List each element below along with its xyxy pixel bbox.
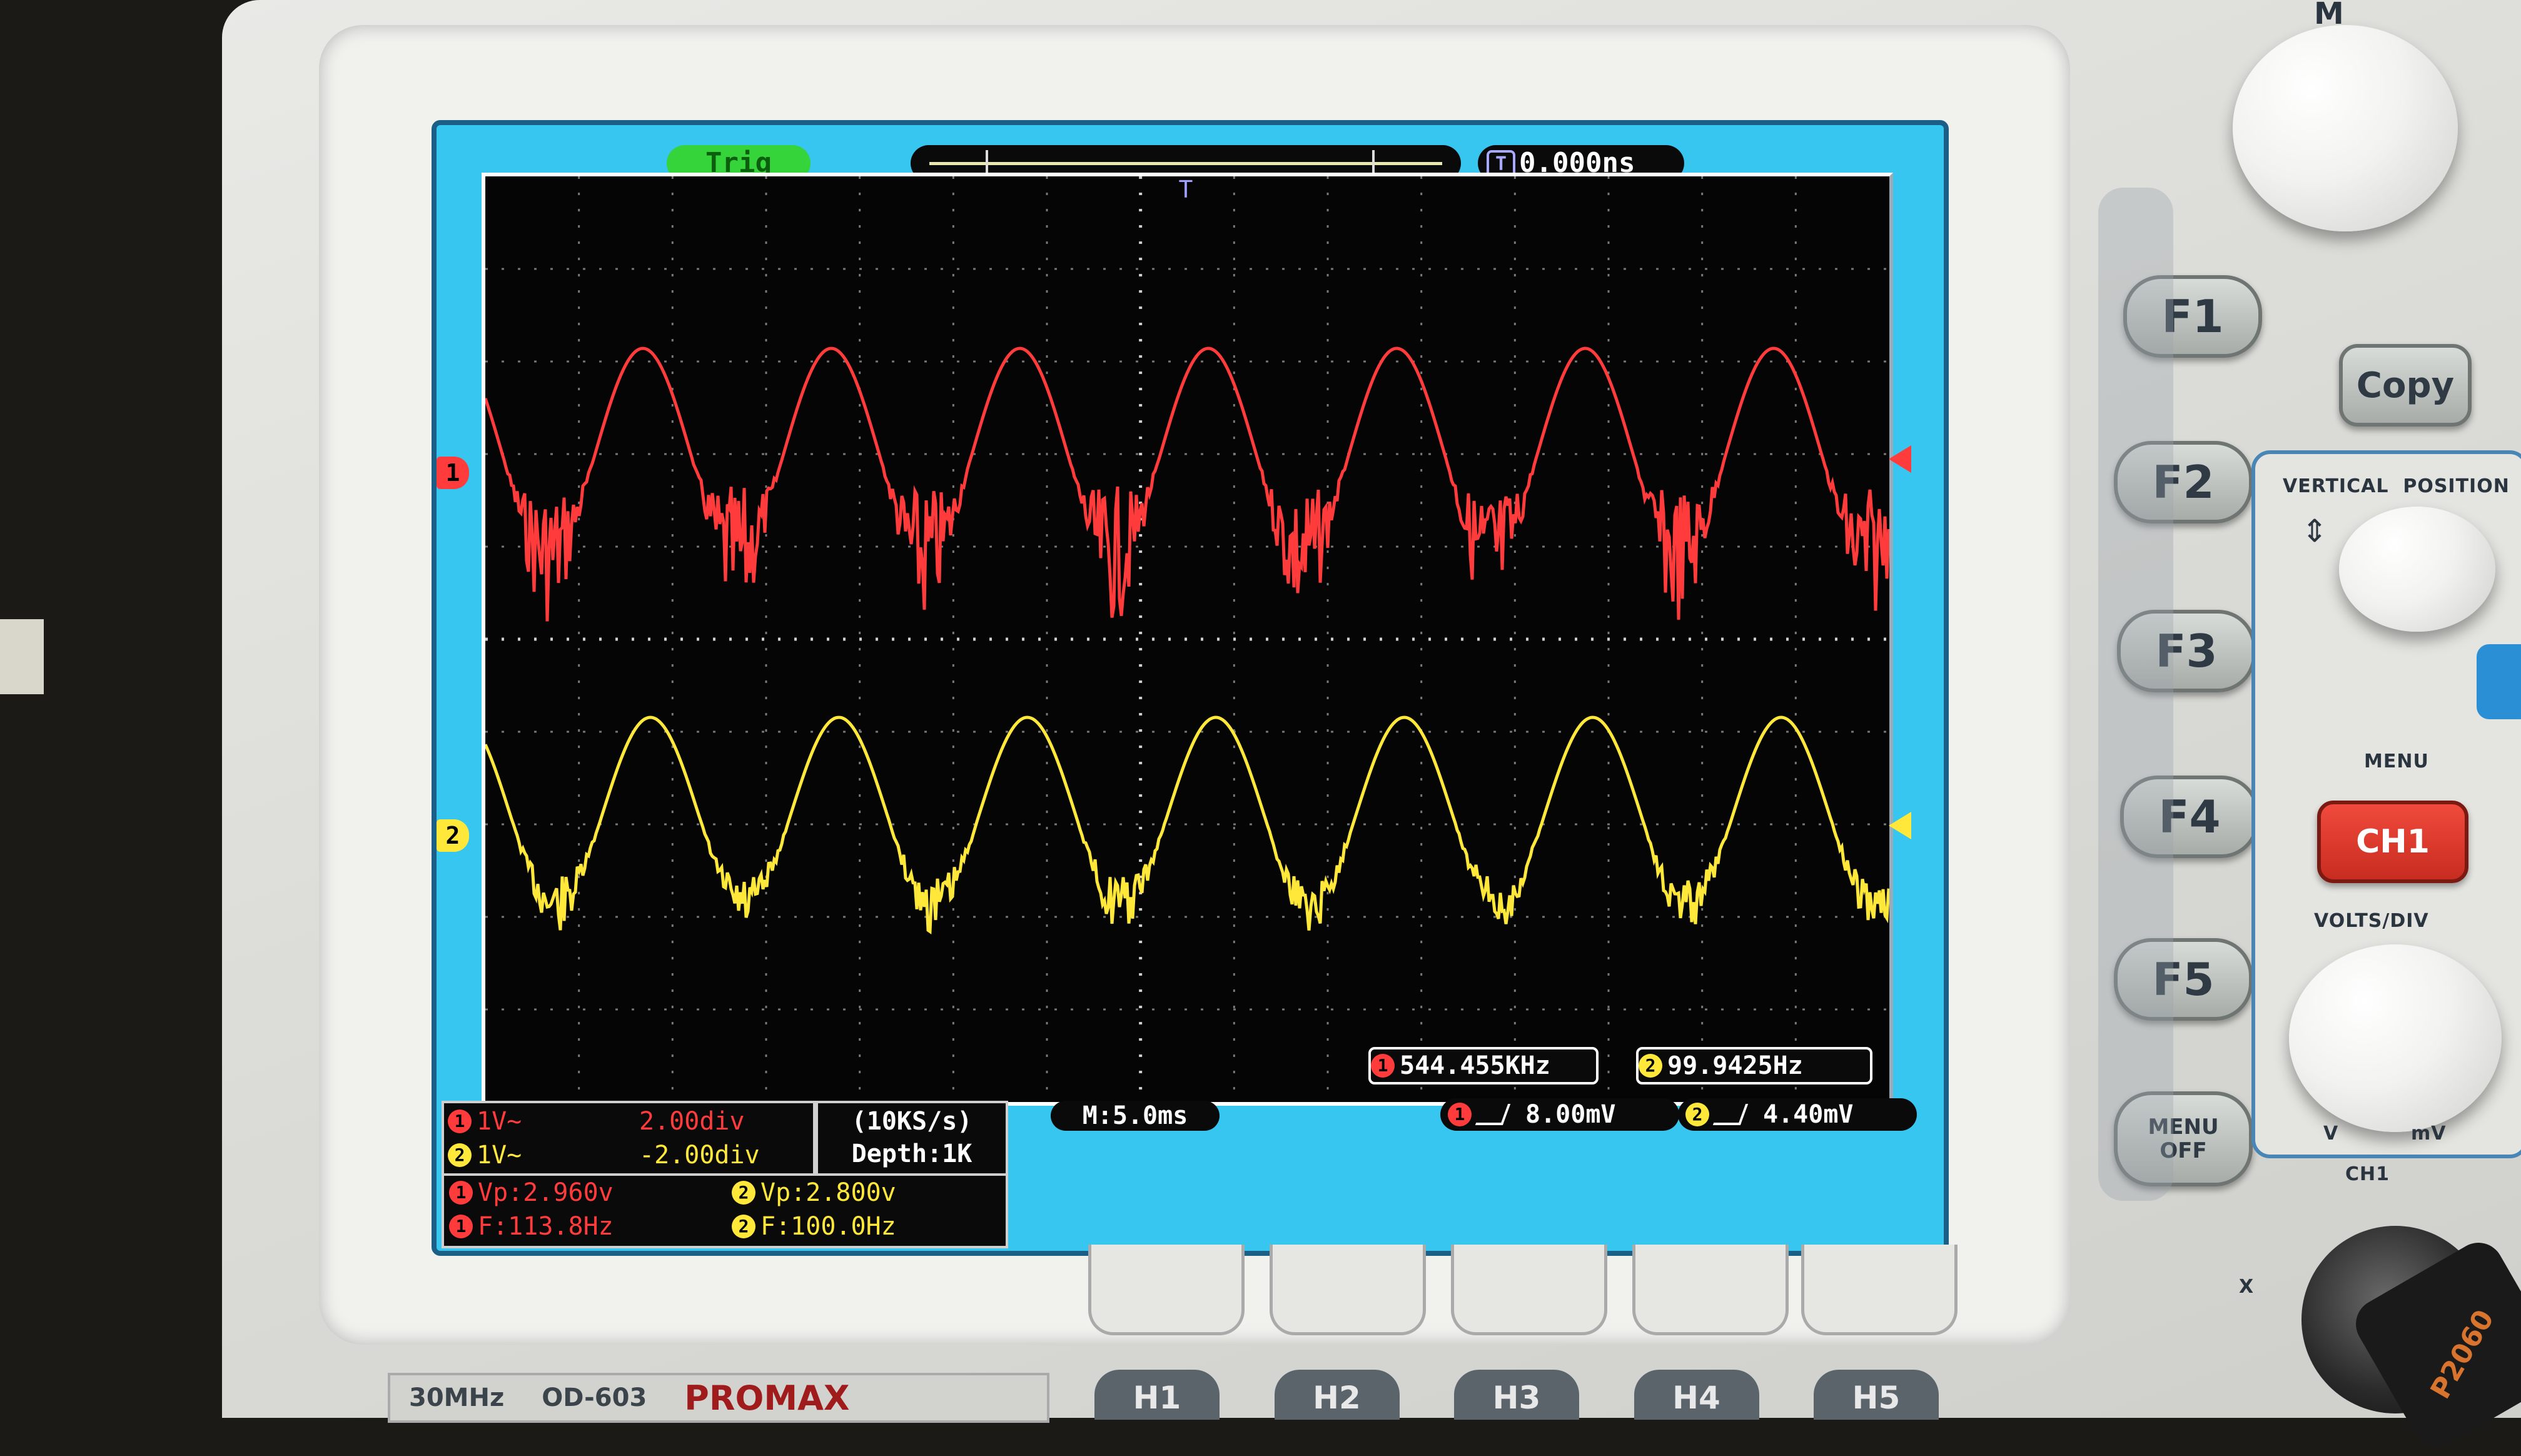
- ch1-frequency: 1 F:113.8Hz: [449, 1212, 614, 1241]
- brand-strip: 30MHz OD-603 PROMAX: [388, 1373, 1049, 1423]
- memory-depth: Depth:1K: [851, 1140, 973, 1168]
- h3-button[interactable]: H3: [1454, 1370, 1579, 1420]
- ch1-settings-row: 1 1V~ 2.00div: [448, 1106, 809, 1137]
- soft-key-1[interactable]: [1088, 1245, 1245, 1335]
- rising-edge-icon: [1475, 1104, 1511, 1125]
- ch2-vp: 2 Vp:2.800v: [732, 1178, 896, 1207]
- ch2-trigger-level-arrow: [1889, 812, 1911, 839]
- ch1-marker: 1: [437, 457, 469, 489]
- ch2-settings-row: 2 1V~ -2.00div: [448, 1140, 809, 1171]
- multipurpose-knob[interactable]: [2233, 25, 2458, 231]
- hardware-buttons-row: H1 H2 H3 H4 H5: [1094, 1370, 1939, 1420]
- control-panel-strip: [2098, 188, 2173, 1201]
- model-label: OD-603: [542, 1383, 647, 1412]
- background-object: [0, 619, 44, 694]
- promax-logo: PROMAX: [684, 1378, 850, 1418]
- lcd-display: Trig T 0.000ns 1 2 T 1 544.455KHz 2 99.9425…: [432, 120, 1949, 1256]
- waveform-canvas: T: [485, 176, 1889, 1102]
- ch1-input-label: CH1: [2345, 1163, 2390, 1185]
- sample-rate: (10KS/s): [851, 1107, 973, 1136]
- ch1-waveform: [485, 346, 1889, 622]
- channel-settings-box: 1 1V~ 2.00div 2 1V~ -2.00div: [442, 1101, 816, 1176]
- soft-key-2[interactable]: [1270, 1245, 1426, 1335]
- ch2-marker: 2: [437, 819, 469, 852]
- trigger-position-marker: T: [1179, 176, 1193, 203]
- soft-key-3[interactable]: [1451, 1245, 1607, 1335]
- bandwidth-label: 30MHz: [409, 1383, 505, 1412]
- ch1-trigger-readout: 1 8.00mV: [1440, 1098, 1679, 1131]
- rising-edge-icon: [1712, 1104, 1749, 1125]
- soft-key-5[interactable]: [1801, 1245, 1958, 1335]
- h5-button[interactable]: H5: [1814, 1370, 1939, 1420]
- menu-label: MENU: [2364, 751, 2429, 772]
- copy-button[interactable]: Copy: [2339, 344, 2472, 427]
- volts-div-label: VOLTS/DIV: [2314, 910, 2429, 932]
- ch1-trigger-level-arrow: [1889, 445, 1911, 473]
- volts-div-knob[interactable]: [2289, 944, 2502, 1132]
- ch1-counter: 1 544.455KHz: [1368, 1047, 1599, 1084]
- timebase-readout: M:5.0ms: [1051, 1101, 1220, 1131]
- h1-button[interactable]: H1: [1094, 1370, 1220, 1420]
- v-label: V: [2323, 1123, 2339, 1145]
- blue-button[interactable]: [2477, 644, 2521, 719]
- h4-button[interactable]: H4: [1634, 1370, 1759, 1420]
- mv-label: mV: [2411, 1123, 2447, 1145]
- x-label: X: [2239, 1276, 2255, 1298]
- soft-key-4[interactable]: [1632, 1245, 1789, 1335]
- ch2-counter: 2 99.9425Hz: [1636, 1047, 1872, 1084]
- acquisition-box: (10KS/s) Depth:1K: [816, 1101, 1008, 1176]
- measurement-box: 1 Vp:2.960v 2 Vp:2.800v 1 F:113.8Hz 2 F:100.…: [442, 1173, 1008, 1248]
- vertical-position-label: VERTICAL POSITION: [2283, 475, 2510, 497]
- vertical-position-knob[interactable]: [2339, 507, 2495, 632]
- h2-button[interactable]: H2: [1274, 1370, 1400, 1420]
- ch2-frequency: 2 F:100.0Hz: [732, 1212, 896, 1241]
- ch1-vp: 1 Vp:2.960v: [449, 1178, 614, 1207]
- ch2-trigger-readout: 2 4.40mV: [1678, 1098, 1917, 1131]
- waveform-plot: T: [482, 173, 1893, 1106]
- ch1-menu-button[interactable]: CH1: [2317, 801, 2468, 883]
- up-down-arrow-icon: ⇕: [2301, 513, 2328, 549]
